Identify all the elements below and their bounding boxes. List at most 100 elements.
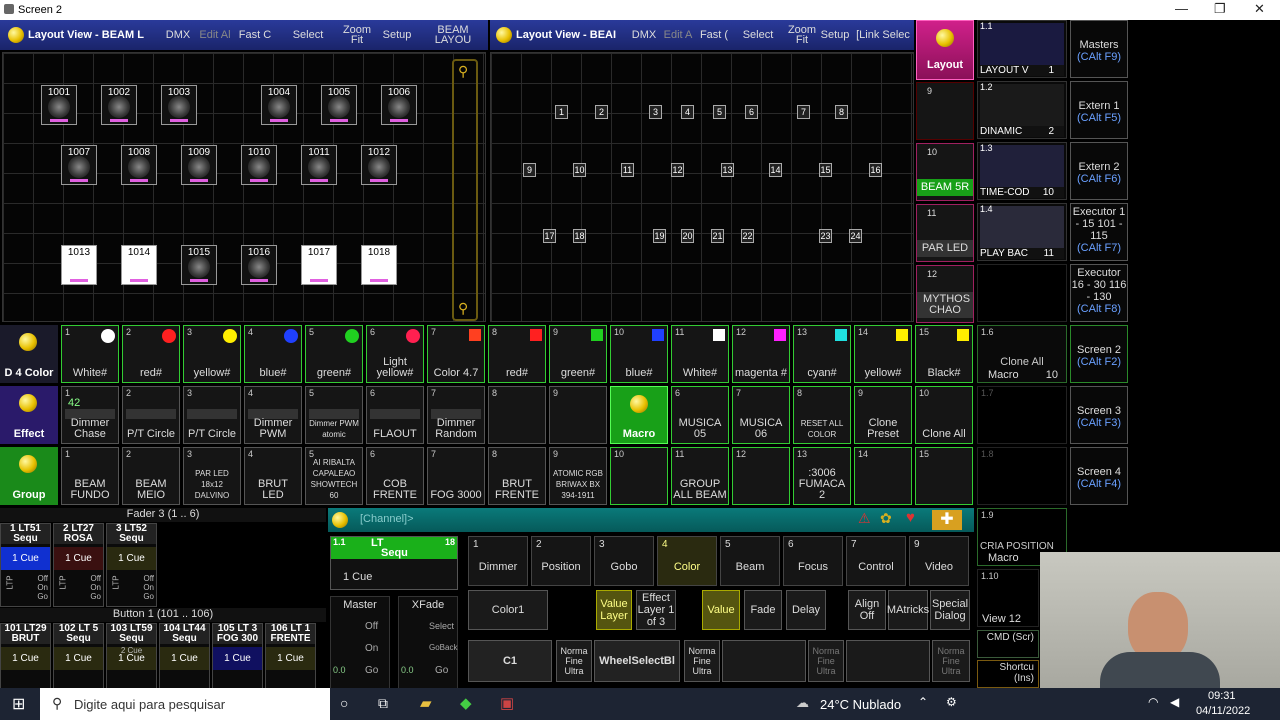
side-cell-clone-all[interactable]: 1.6 Clone All Macro 10 bbox=[977, 325, 1067, 383]
fixture-1002[interactable]: 1002 bbox=[101, 85, 137, 125]
command-line-bar[interactable]: [Channel]> ⚠ ✿ ♥ ✚ bbox=[328, 508, 974, 532]
layout-left-canvas[interactable]: ⚲ ⚲ 1001 1002 1003 1004 1005 1006 1007 1008 1009… bbox=[2, 52, 486, 322]
channel-prompt[interactable]: [Channel]> bbox=[360, 513, 414, 525]
masters-button[interactable]: Masters (CAlt F9) bbox=[1070, 20, 1128, 78]
fixture-small-10[interactable]: 10 bbox=[573, 163, 586, 177]
matricks-button[interactable]: MAtricks bbox=[887, 590, 929, 630]
color-pool-item[interactable]: 11 White# bbox=[671, 325, 729, 383]
normal-fine-ultra-2[interactable]: Norma Fine Ultra bbox=[684, 640, 720, 682]
normal-fine-ultra-1[interactable]: Norma Fine Ultra bbox=[556, 640, 592, 682]
programmer-exec[interactable]: 1.1 LT Sequ 18 1 Cue bbox=[330, 536, 458, 590]
fixture-small-17[interactable]: 17 bbox=[543, 229, 556, 243]
minimize-button[interactable]: — bbox=[1175, 1, 1188, 16]
effect-pool-item[interactable]: 10 Clone All bbox=[915, 386, 973, 444]
fixture-1015[interactable]: 1015 bbox=[181, 245, 217, 285]
group-pool-item[interactable]: 13:3006 FUMACA 2 bbox=[793, 447, 851, 505]
executor-go-button[interactable]: Go bbox=[90, 592, 101, 601]
effect-pool-item[interactable]: 8 bbox=[488, 386, 546, 444]
align-button[interactable]: Align Off bbox=[848, 590, 886, 630]
zoom-scrollbar[interactable]: ⚲ ⚲ bbox=[452, 59, 478, 321]
feature-tab-dimmer[interactable]: 1 Dimmer bbox=[468, 536, 528, 586]
task-view-icon[interactable]: ⧉ bbox=[378, 695, 388, 712]
cortana-icon[interactable]: ○ bbox=[340, 695, 348, 711]
fixture-1005[interactable]: 1005 bbox=[321, 85, 357, 125]
encoder-3[interactable] bbox=[722, 640, 806, 682]
group-pool-item[interactable]: 2 BEAM MEIO bbox=[122, 447, 180, 505]
effect-pool-head[interactable]: Effect bbox=[0, 386, 58, 444]
dmx-button-left[interactable]: DMX bbox=[162, 20, 194, 50]
c1-button[interactable]: C1 bbox=[468, 640, 552, 682]
executor-on-button[interactable]: On bbox=[143, 583, 154, 592]
feature-tab-video[interactable]: 9 Video bbox=[909, 536, 969, 586]
effect-pool-item[interactable]: 1 42 Dimmer Chase bbox=[61, 386, 119, 444]
color-pool-item[interactable]: 7 Color 4.7 bbox=[427, 325, 485, 383]
layout-cell-11[interactable]: 11 PAR LED bbox=[916, 204, 974, 262]
fixture-1018[interactable]: 1018 bbox=[361, 245, 397, 285]
side-cell-view[interactable]: 1.10 View 12 bbox=[977, 569, 1039, 627]
preview-timecode[interactable]: 1.3 TIME-COD 10 bbox=[977, 142, 1067, 200]
layout-cell-10[interactable]: 10 BEAM 5R bbox=[916, 143, 974, 201]
color-pool-item[interactable]: 12 magenta # bbox=[732, 325, 790, 383]
layout-left-title[interactable]: Layout View - BEAM L bbox=[28, 20, 160, 50]
fixture-small-15[interactable]: 15 bbox=[819, 163, 832, 177]
fixture-small-6[interactable]: 6 bbox=[745, 105, 758, 119]
windows-start-icon[interactable]: ⊞ bbox=[12, 694, 25, 714]
zoom-fit-button-right[interactable]: Zoom Fit bbox=[784, 20, 820, 50]
feature-tab-position[interactable]: 2 Position bbox=[531, 536, 591, 586]
executor-go-button[interactable]: Go bbox=[143, 592, 154, 601]
master-go[interactable]: Go bbox=[365, 665, 378, 676]
select-button-right[interactable]: Select bbox=[734, 20, 782, 50]
color-pool-item[interactable]: 15 Black# bbox=[915, 325, 973, 383]
extern2-button[interactable]: Extern 2 (CAlt F6) bbox=[1070, 142, 1128, 200]
preview-layout-view[interactable]: 1.1 LAYOUT V 1 bbox=[977, 20, 1067, 78]
fast-button-right[interactable]: Fast ( bbox=[696, 20, 732, 50]
color-pool-item[interactable]: 3 yellow# bbox=[183, 325, 241, 383]
group-pool-item[interactable]: 14 bbox=[854, 447, 912, 505]
color-pool-item[interactable]: 6 Light yellow# bbox=[366, 325, 424, 383]
side-cell-1-8[interactable]: 1.8 bbox=[977, 447, 1067, 505]
executor-1-15-button[interactable]: Executor 1 - 15 101 - 115 (CAlt F7) bbox=[1070, 203, 1128, 261]
effect-pool-item[interactable]: 9 bbox=[549, 386, 607, 444]
fixture-small-9[interactable]: 9 bbox=[523, 163, 536, 177]
effect-pool-item[interactable]: Macro bbox=[610, 386, 668, 444]
effect-pool-item[interactable]: 4 Dimmer PWM bbox=[244, 386, 302, 444]
fixture-1011[interactable]: 1011 bbox=[301, 145, 337, 185]
master-on[interactable]: On bbox=[365, 643, 378, 654]
xfade-select[interactable]: Select bbox=[429, 621, 454, 631]
executor-on-button[interactable]: On bbox=[90, 583, 101, 592]
normal-fine-ultra-4[interactable]: Norma Fine Ultra bbox=[932, 640, 970, 682]
plus-button[interactable]: ✚ bbox=[932, 510, 962, 530]
setup-button-left[interactable]: Setup bbox=[376, 20, 418, 50]
beam-layout-button-left[interactable]: BEAM LAYOU bbox=[418, 20, 488, 50]
fixture-small-16[interactable]: 16 bbox=[869, 163, 882, 177]
fixture-1004[interactable]: 1004 bbox=[261, 85, 297, 125]
executor-off-button[interactable]: Off bbox=[37, 574, 48, 583]
effect-pool-item[interactable]: 5 Dimmer PWM atomic bbox=[305, 386, 363, 444]
ma-onpc-icon[interactable]: ▣ bbox=[500, 694, 514, 712]
color-pool-item[interactable]: 4 blue# bbox=[244, 325, 302, 383]
layout-cell-9[interactable]: 9 bbox=[916, 82, 974, 140]
fixture-small-18[interactable]: 18 bbox=[573, 229, 586, 243]
feature-tab-beam[interactable]: 5 Beam bbox=[720, 536, 780, 586]
group-pool-item[interactable]: 1 BEAM FUNDO bbox=[61, 447, 119, 505]
fixture-1016[interactable]: 1016 bbox=[241, 245, 277, 285]
fixture-small-12[interactable]: 12 bbox=[671, 163, 684, 177]
fixture-1012[interactable]: 1012 bbox=[361, 145, 397, 185]
group-pool-item[interactable]: 9 ATOMIC RGB BRIWAX BX 394-1911 bbox=[549, 447, 607, 505]
fixture-small-5[interactable]: 5 bbox=[713, 105, 726, 119]
value-layer-button[interactable]: Value Layer bbox=[596, 590, 632, 630]
fixture-1007[interactable]: 1007 bbox=[61, 145, 97, 185]
color-pool-item[interactable]: 8 red# bbox=[488, 325, 546, 383]
fast-button-left[interactable]: Fast C bbox=[234, 20, 276, 50]
clock-date[interactable]: 04/11/2022 bbox=[1196, 705, 1250, 717]
warning-icon[interactable]: ⚠ bbox=[858, 510, 871, 527]
special-dialog-button[interactable]: Special Dialog bbox=[930, 590, 970, 630]
dmx-button-right[interactable]: DMX bbox=[628, 20, 660, 50]
fixture-small-20[interactable]: 20 bbox=[681, 229, 694, 243]
fixture-1003[interactable]: 1003 bbox=[161, 85, 197, 125]
volume-icon[interactable]: ◀ bbox=[1170, 695, 1179, 709]
fixture-1006[interactable]: 1006 bbox=[381, 85, 417, 125]
color-pool-item[interactable]: 5 green# bbox=[305, 325, 363, 383]
screen2-button[interactable]: Screen 2 (CAlt F2) bbox=[1070, 325, 1128, 383]
fixture-small-2[interactable]: 2 bbox=[595, 105, 608, 119]
